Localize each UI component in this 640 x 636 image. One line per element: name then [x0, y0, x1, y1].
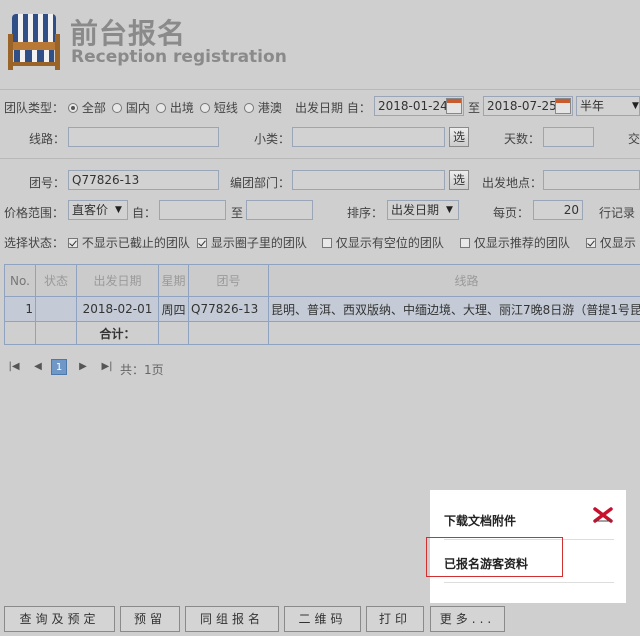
checkbox-icon [586, 238, 596, 248]
team-type-label: 团队类型： [4, 101, 65, 115]
subcat-input[interactable] [292, 127, 445, 147]
chevron-down-icon: ▼ [446, 205, 453, 215]
sort-select[interactable]: 出发日期 ▼ [387, 200, 459, 220]
status-option-recommended-only[interactable]: 仅显示推荐的团队 [460, 234, 570, 251]
team-type-option-shortline[interactable]: 短线 [200, 99, 238, 116]
col-header-route[interactable]: 线路 [268, 264, 640, 297]
col-header-no[interactable]: No. [4, 264, 36, 297]
route-label: 线路： [29, 132, 66, 146]
team-no-input[interactable]: Q77826-13 [68, 170, 219, 190]
per-page-unit: 行记录 [599, 206, 636, 220]
chevron-down-icon: ▼ [115, 205, 122, 215]
page-subtitle: Reception registration [71, 47, 287, 67]
depart-place-input[interactable] [543, 170, 640, 190]
table-total-row: 合计： [4, 321, 640, 345]
cell-weekday: 周四 [158, 296, 189, 322]
download-attachments-item[interactable]: 下载文档附件 [444, 512, 516, 529]
divider [0, 89, 640, 90]
cell-empty [4, 321, 36, 345]
radio-icon [112, 103, 122, 113]
radio-icon [156, 103, 166, 113]
divider [444, 582, 614, 583]
traffic-label: 交 [628, 132, 640, 146]
cell-empty [188, 321, 269, 345]
divider [0, 158, 640, 159]
dept-select-button[interactable]: 选 [449, 170, 469, 190]
last-page-icon[interactable]: ▶| [99, 359, 115, 375]
cell-team-no[interactable]: Q77826-13 [188, 296, 269, 322]
team-type-option-all[interactable]: 全部 [68, 99, 106, 116]
date-to-label: 至 [468, 101, 481, 115]
chevron-down-icon: ▼ [632, 101, 639, 111]
cell-empty [158, 321, 189, 345]
same-group-register-button[interactable]: 同组报名 [185, 606, 279, 632]
price-to-input[interactable] [246, 200, 313, 220]
price-type-select[interactable]: 直客价 ▼ [68, 200, 128, 220]
calendar-icon[interactable] [555, 98, 571, 114]
depart-place-label: 出发地点： [482, 176, 543, 190]
team-type-option-outbound[interactable]: 出境 [156, 99, 194, 116]
col-header-weekday[interactable]: 星期 [158, 264, 189, 297]
days-input[interactable] [543, 127, 594, 147]
query-and-book-button[interactable]: 查询及预定 [4, 606, 115, 632]
status-option-vacancy-only[interactable]: 仅显示有空位的团队 [322, 234, 444, 251]
cell-route[interactable]: 昆明、普洱、西双版纳、中缅边境、大理、丽江7晚8日游（普提1号昆 [268, 296, 640, 322]
status-option-show-more[interactable]: 仅显示 [586, 234, 636, 251]
prev-page-icon[interactable]: ◀ [30, 359, 46, 375]
cell-status [35, 296, 77, 322]
route-input[interactable] [68, 127, 219, 147]
status-option-show-circle[interactable]: 显示圈子里的团队 [197, 234, 307, 251]
checkbox-icon [322, 238, 332, 248]
radio-icon [244, 103, 254, 113]
calendar-icon[interactable] [446, 98, 462, 114]
first-page-icon[interactable]: |◀ [6, 359, 22, 375]
period-select[interactable]: 半年 ▼ [576, 96, 640, 116]
checkbox-icon [68, 238, 78, 248]
col-header-team-no[interactable]: 团号 [188, 264, 269, 297]
qr-code-button[interactable]: 二维码 [284, 606, 361, 632]
page-title: 前台报名 [70, 17, 187, 50]
cell-date: 2018-02-01 [76, 296, 159, 322]
reserve-button[interactable]: 预留 [120, 606, 180, 632]
price-from-input[interactable] [159, 200, 226, 220]
close-icon[interactable] [592, 506, 614, 524]
more-button[interactable]: 更多... [430, 606, 505, 632]
table-header-row: No. 状态 出发日期 星期 团号 线路 [4, 264, 640, 297]
team-type-option-hkmacao[interactable]: 港澳 [244, 99, 282, 116]
status-label: 选择状态： [4, 236, 65, 250]
team-no-label: 团号： [29, 176, 66, 190]
radio-icon [68, 103, 78, 113]
beach-chair-logo-icon [8, 14, 60, 70]
checkbox-icon [460, 238, 470, 248]
results-table: No. 状态 出发日期 星期 团号 线路 1 2018-02-01 周四 Q77… [4, 264, 640, 345]
days-label: 天数： [504, 132, 541, 146]
next-page-icon[interactable]: ▶ [75, 359, 91, 375]
price-to-label: 至 [231, 206, 244, 220]
cell-empty [35, 321, 77, 345]
total-label: 合计： [76, 321, 159, 345]
cell-empty [268, 321, 640, 345]
checkbox-icon [197, 238, 207, 248]
radio-icon [200, 103, 210, 113]
print-button[interactable]: 打印 [366, 606, 424, 632]
table-row[interactable]: 1 2018-02-01 周四 Q77826-13 昆明、普洱、西双版纳、中缅边… [4, 296, 640, 322]
sort-label: 排序： [347, 206, 384, 220]
dept-label: 编团部门： [230, 176, 291, 190]
col-header-date[interactable]: 出发日期 [76, 264, 159, 297]
team-type-option-domestic[interactable]: 国内 [112, 99, 150, 116]
price-from-label: 自： [132, 206, 157, 220]
col-header-status[interactable]: 状态 [35, 264, 77, 297]
status-option-hide-expired[interactable]: 不显示已截止的团队 [68, 234, 190, 251]
price-range-label: 价格范围： [4, 206, 65, 220]
highlight-box [426, 537, 563, 577]
depart-date-label: 出发日期 自： [295, 101, 371, 115]
page-count: 共：1页 [120, 363, 164, 377]
per-page-label: 每页： [493, 206, 530, 220]
per-page-input[interactable]: 20 [533, 200, 583, 220]
subcat-select-button[interactable]: 选 [449, 127, 469, 147]
cell-no: 1 [4, 296, 36, 322]
current-page[interactable]: 1 [51, 359, 67, 375]
dept-input[interactable] [292, 170, 445, 190]
subcat-label: 小类： [254, 132, 291, 146]
